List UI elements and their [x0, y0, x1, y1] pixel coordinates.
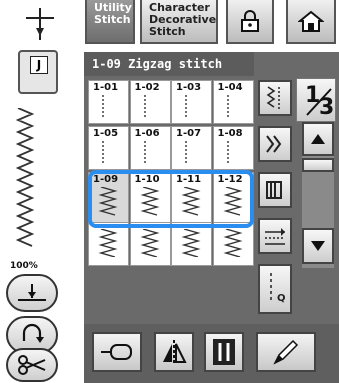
page-indicator: 1 3 [296, 78, 336, 122]
stitch-cell[interactable]: 1-07 [171, 126, 212, 170]
needle-position-button[interactable] [6, 274, 58, 312]
stitch-pattern-icon [222, 229, 243, 257]
stitch-number: 1-03 [176, 82, 202, 93]
needle-position-icon [18, 284, 46, 301]
stitch-preview [15, 108, 35, 247]
stitch-category-button[interactable] [258, 80, 292, 116]
home-icon [298, 10, 324, 32]
stitch-category-icon [266, 86, 280, 109]
stitch-cell[interactable]: 1-03 [171, 80, 212, 124]
stitch-number: 1-04 [217, 82, 243, 93]
stitch-number: 1-06 [134, 128, 160, 139]
stitch-number: 1-07 [176, 128, 202, 139]
stitch-width-icon [265, 228, 285, 245]
scroll-up-button[interactable] [302, 122, 334, 156]
stitch-type-button[interactable] [258, 126, 292, 162]
stitch-pattern-icon [226, 95, 229, 119]
quilting-icon: Q [270, 273, 286, 304]
home-button[interactable] [286, 0, 336, 44]
stitch-pattern-icon [143, 95, 146, 119]
twin-needle-icon [213, 339, 235, 365]
stitch-type-icon [266, 135, 282, 153]
stitch-cell[interactable]: 1-05 [88, 126, 129, 170]
tab-utility-stitch[interactable]: Utility Stitch [85, 0, 135, 44]
stitch-cell[interactable]: 1-06 [129, 126, 171, 170]
stitch-pattern-icon [185, 95, 187, 119]
edit-button[interactable] [256, 332, 316, 372]
stitch-cell[interactable] [212, 222, 254, 266]
stitch-pattern-icon [98, 229, 118, 257]
stitch-pattern-icon [181, 229, 201, 257]
pencil-icon [273, 339, 299, 365]
stitch-pattern-icon [139, 229, 160, 257]
arrow-up-icon [311, 134, 325, 144]
stitch-name-header: 1-09 Zigzag stitch [84, 52, 254, 76]
tab-character-stitch[interactable]: Character Decorative Stitch [140, 0, 218, 44]
stitch-number: 1-02 [134, 82, 160, 93]
scissors-button[interactable] [6, 348, 58, 382]
tab-character-label: Character Decorative Stitch [149, 1, 217, 38]
thread-icon [101, 344, 132, 360]
svg-text:Q: Q [277, 293, 286, 304]
thread-cutter-button[interactable] [92, 332, 142, 372]
needle-settings-button[interactable] [258, 172, 292, 208]
stitch-pattern-icon [102, 141, 104, 165]
stitch-pattern-icon [143, 141, 146, 165]
scroll-thumb[interactable] [302, 158, 334, 172]
stitch-pattern-icon [185, 141, 187, 165]
stitch-number: 1-05 [93, 128, 119, 139]
selected-row-highlight [88, 170, 254, 228]
stitch-cell[interactable]: 1-04 [212, 80, 254, 124]
page-total: 3 [319, 95, 335, 120]
lock-icon [241, 10, 259, 32]
stitch-cell[interactable]: 1-08 [212, 126, 254, 170]
stitch-cell[interactable] [171, 222, 212, 266]
arrow-down-icon [311, 241, 325, 251]
stitch-number: 1-01 [93, 82, 119, 93]
twin-needle-button[interactable] [204, 332, 244, 372]
quilting-button[interactable]: Q [258, 264, 292, 314]
tab-utility-label: Utility Stitch [94, 1, 132, 26]
lock-button[interactable] [226, 0, 274, 44]
stitch-number: 1-08 [217, 128, 243, 139]
stitch-cell[interactable] [129, 222, 171, 266]
zoom-level: 100% [10, 261, 38, 271]
stitch-pattern-icon [226, 141, 229, 165]
needle-icon [26, 8, 54, 40]
mirror-button[interactable] [154, 332, 194, 372]
stitch-cell[interactable] [88, 222, 129, 266]
reverse-icon [22, 323, 44, 343]
mirror-icon [163, 340, 187, 364]
stitch-cell[interactable]: 1-02 [129, 80, 171, 124]
presser-foot-letter: J [30, 56, 48, 74]
needle-settings-icon [266, 181, 282, 199]
scissors-icon [18, 355, 46, 375]
stitch-width-button[interactable] [258, 218, 292, 254]
stitch-pattern-icon [102, 95, 104, 119]
scroll-down-button[interactable] [302, 228, 334, 264]
stitch-cell[interactable]: 1-01 [88, 80, 129, 124]
